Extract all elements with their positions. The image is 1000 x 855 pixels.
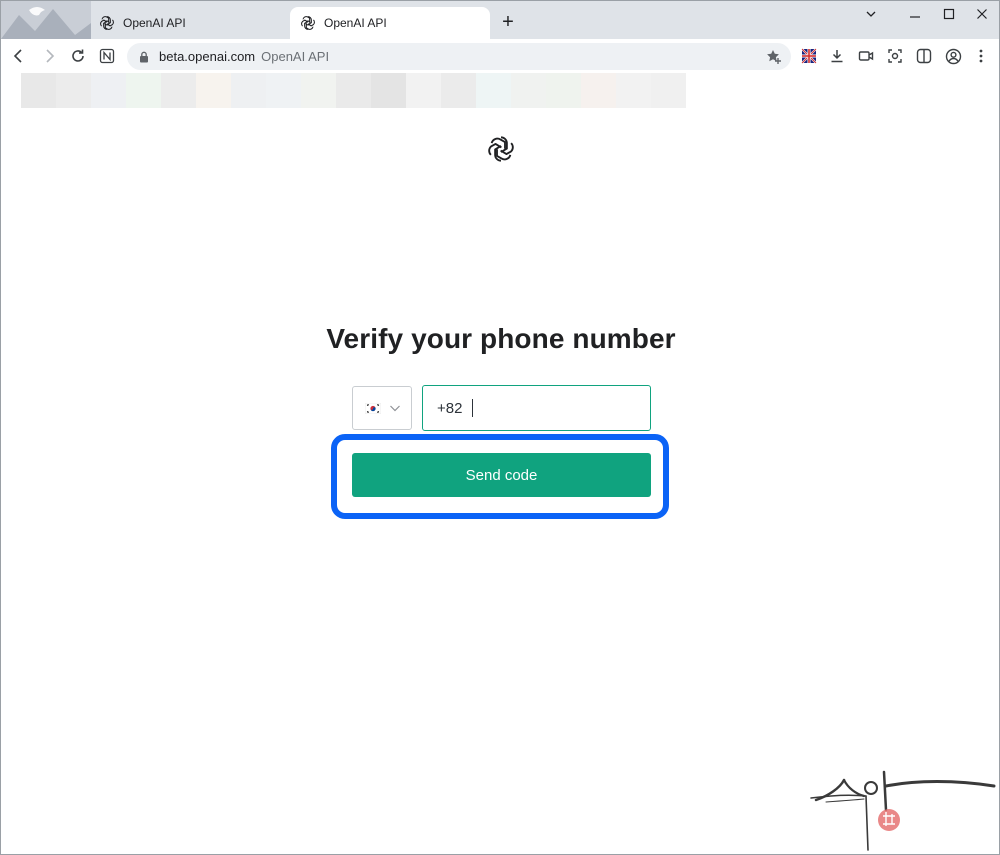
maximize-icon — [943, 8, 955, 20]
reload-button[interactable] — [66, 44, 90, 68]
download-icon — [831, 50, 843, 63]
maximize-button[interactable] — [932, 3, 966, 25]
chevron-down-icon — [389, 402, 401, 414]
browser-window: OpenAI API OpenAI API + beta.openai.com … — [0, 0, 1000, 855]
close-window-button[interactable] — [965, 3, 999, 25]
url-host: beta.openai.com — [159, 49, 256, 64]
camera-capture-icon — [888, 49, 902, 63]
tab-strip: OpenAI API OpenAI API + — [1, 1, 999, 39]
address-bar[interactable]: beta.openai.com OpenAI API — [127, 43, 791, 70]
download-button[interactable] — [825, 44, 849, 68]
new-tab-button[interactable]: + — [497, 11, 519, 33]
translate-extension-button[interactable] — [797, 44, 821, 68]
signature-watermark — [806, 766, 996, 851]
side-panel-icon — [916, 48, 932, 64]
notion-extension-button[interactable] — [95, 44, 119, 68]
kr-flag-icon — [365, 402, 381, 414]
media-button[interactable] — [854, 44, 878, 68]
menu-button[interactable] — [969, 44, 993, 68]
page-title: Verify your phone number — [326, 323, 676, 354]
tab-title: OpenAI API — [123, 16, 186, 30]
back-button[interactable] — [7, 44, 31, 68]
video-icon — [858, 51, 874, 61]
country-code-prefix: +82 — [437, 399, 463, 417]
back-arrow-icon — [13, 49, 22, 63]
minimize-button[interactable] — [898, 3, 932, 25]
browser-toolbar: beta.openai.com OpenAI API — [1, 39, 999, 73]
openai-logo-icon — [485, 133, 517, 165]
openai-icon — [300, 15, 316, 31]
side-panel-button[interactable] — [912, 44, 936, 68]
tab-title: OpenAI API — [324, 16, 387, 30]
flag-extension-icon — [801, 48, 817, 64]
send-code-button[interactable]: Send code — [352, 453, 651, 497]
reload-icon — [72, 49, 84, 62]
lock-icon — [137, 50, 151, 64]
bookmarks-bar-blurred — [21, 73, 686, 108]
screenshot-button[interactable] — [883, 44, 907, 68]
forward-button[interactable] — [37, 44, 61, 68]
url-page-title: OpenAI API — [261, 49, 330, 64]
profile-avatar-icon — [945, 48, 961, 64]
theme-art — [1, 1, 91, 39]
phone-number-input[interactable]: +82 — [422, 385, 651, 431]
minimize-icon — [910, 16, 920, 18]
profile-button[interactable] — [941, 44, 965, 68]
bookmark-star-icon[interactable] — [765, 48, 783, 66]
kebab-menu-icon — [979, 49, 983, 63]
close-icon — [977, 9, 987, 19]
tab-openai-api-2[interactable]: OpenAI API — [290, 7, 490, 39]
tab-openai-api-1[interactable]: OpenAI API — [89, 7, 289, 39]
tab-search-button[interactable] — [854, 3, 888, 25]
text-caret — [472, 399, 474, 417]
chevron-down-icon — [866, 11, 876, 17]
country-code-select[interactable] — [352, 386, 412, 430]
forward-arrow-icon — [46, 49, 55, 63]
openai-icon — [99, 15, 115, 31]
notion-icon — [99, 48, 115, 64]
